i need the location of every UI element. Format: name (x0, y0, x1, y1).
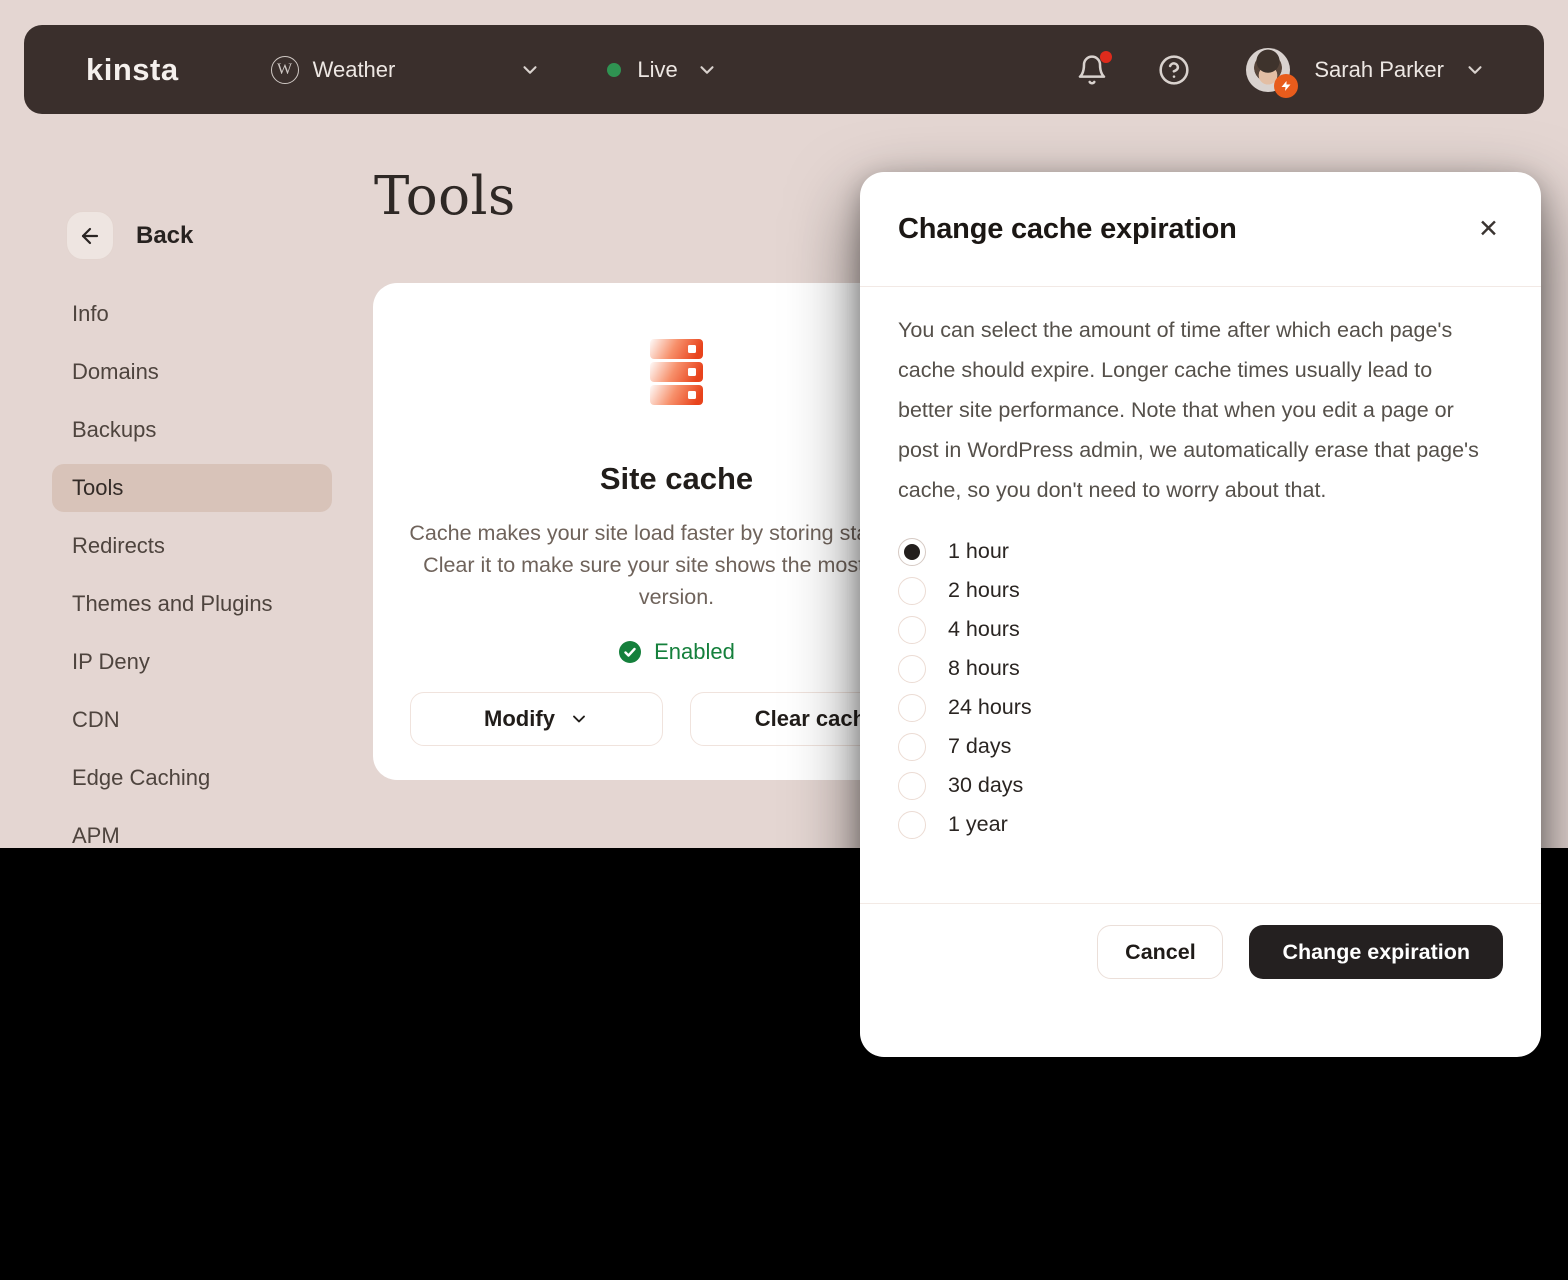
navbar-right-group: Sarah Parker (1076, 48, 1486, 92)
change-expiration-button[interactable]: Change expiration (1249, 925, 1503, 979)
radio-icon (898, 655, 926, 683)
modal-title: Change cache expiration (898, 213, 1237, 246)
modal-header: Change cache expiration ✕ (860, 172, 1541, 287)
live-status-dot (607, 63, 621, 77)
sidebar-item-backups[interactable]: Backups (52, 406, 332, 454)
lightning-badge-icon (1274, 74, 1298, 98)
top-navbar: kinsta W Weather Live Sarah Parker (24, 25, 1544, 114)
radio-option-2-hours[interactable]: 2 hours (898, 571, 1503, 610)
change-cache-expiration-modal: Change cache expiration ✕ You can select… (860, 172, 1541, 1057)
sidebar-item-redirects[interactable]: Redirects (52, 522, 332, 570)
sidebar-item-cdn[interactable]: CDN (52, 696, 332, 744)
wordpress-icon: W (271, 56, 299, 84)
avatar[interactable] (1246, 48, 1290, 92)
radio-option-4-hours[interactable]: 4 hours (898, 610, 1503, 649)
site-switcher-label[interactable]: Weather (313, 57, 396, 83)
radio-option-30-days[interactable]: 30 days (898, 766, 1503, 805)
sidebar-item-tools[interactable]: Tools (52, 464, 332, 512)
radio-option-1-hour[interactable]: 1 hour (898, 532, 1503, 571)
radio-option-8-hours[interactable]: 8 hours (898, 649, 1503, 688)
radio-icon (898, 772, 926, 800)
back-row: Back (66, 211, 193, 260)
bell-icon[interactable] (1076, 54, 1108, 86)
radio-icon (898, 538, 926, 566)
arrow-left-icon (78, 224, 102, 248)
site-cache-icon (650, 339, 703, 405)
chevron-down-icon[interactable] (1464, 59, 1486, 81)
cache-expiration-options: 1 hour 2 hours 4 hours 8 hours 24 hours … (898, 532, 1503, 844)
close-icon[interactable]: ✕ (1474, 213, 1503, 246)
check-circle-icon (618, 640, 642, 664)
radio-option-1-year[interactable]: 1 year (898, 805, 1503, 844)
back-label[interactable]: Back (136, 222, 193, 250)
sidebar: Info Domains Backups Tools Redirects The… (52, 290, 332, 848)
kinsta-logo: kinsta (86, 52, 179, 88)
card-title: Site cache (600, 461, 753, 497)
sidebar-item-edge-caching[interactable]: Edge Caching (52, 754, 332, 802)
modal-description: You can select the amount of time after … (898, 310, 1490, 510)
sidebar-item-themes-and-plugins[interactable]: Themes and Plugins (52, 580, 332, 628)
chevron-down-icon[interactable] (696, 59, 718, 81)
radio-icon (898, 694, 926, 722)
chevron-down-icon[interactable] (519, 59, 541, 81)
modal-body: You can select the amount of time after … (860, 287, 1541, 844)
modify-button[interactable]: Modify (410, 692, 663, 746)
sidebar-item-apm[interactable]: APM (52, 812, 332, 848)
sidebar-item-ip-deny[interactable]: IP Deny (52, 638, 332, 686)
radio-option-24-hours[interactable]: 24 hours (898, 688, 1503, 727)
help-icon[interactable] (1158, 54, 1190, 86)
radio-icon (898, 733, 926, 761)
cancel-button[interactable]: Cancel (1097, 925, 1223, 979)
radio-icon (898, 577, 926, 605)
status-row: Enabled (618, 639, 735, 665)
radio-icon (898, 616, 926, 644)
sidebar-item-info[interactable]: Info (52, 290, 332, 338)
user-name[interactable]: Sarah Parker (1314, 57, 1444, 83)
radio-option-7-days[interactable]: 7 days (898, 727, 1503, 766)
back-button[interactable] (66, 211, 114, 260)
notification-badge (1100, 51, 1112, 63)
environment-label[interactable]: Live (637, 57, 677, 83)
sidebar-item-domains[interactable]: Domains (52, 348, 332, 396)
chevron-down-icon (569, 709, 589, 729)
status-badge: Enabled (654, 639, 735, 665)
page-title: Tools (374, 166, 516, 227)
modal-footer: Cancel Change expiration (860, 903, 1541, 979)
radio-icon (898, 811, 926, 839)
